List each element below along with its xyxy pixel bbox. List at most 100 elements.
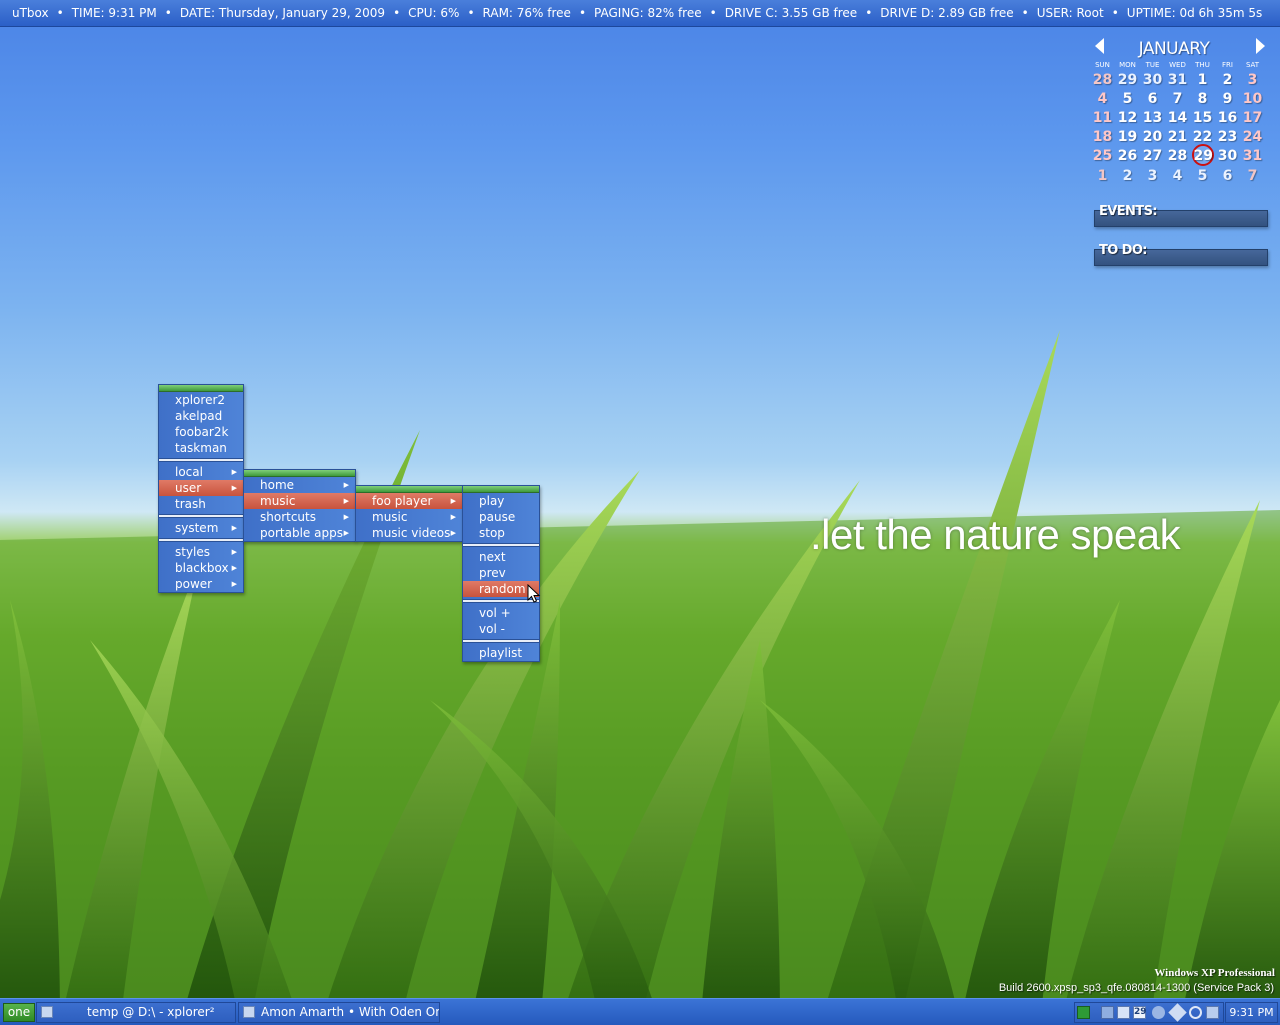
menu-item-foo-player[interactable]: foo player ▶ bbox=[356, 493, 462, 509]
calendar-day-cell[interactable]: 1 bbox=[1090, 166, 1115, 185]
calendar-day-cell[interactable]: 18 bbox=[1090, 127, 1115, 146]
calendar-day-cell[interactable]: 7 bbox=[1240, 166, 1265, 185]
calendar-day-cell[interactable]: 7 bbox=[1165, 89, 1190, 108]
calendar-day-cell[interactable]: 4 bbox=[1165, 166, 1190, 185]
menu-item-music-videos[interactable]: music videos ▶ bbox=[356, 525, 462, 541]
menu-item-music[interactable]: music ▶ bbox=[356, 509, 462, 525]
calendar-day-number: 31 bbox=[1242, 148, 1263, 164]
cpu-readout: CPU: 6% bbox=[408, 6, 460, 20]
menu-titlebar[interactable] bbox=[244, 470, 355, 477]
calendar-day-number: 3 bbox=[1247, 71, 1258, 88]
tray-volume-icon[interactable] bbox=[1152, 1006, 1165, 1019]
calendar-day-cell[interactable]: 26 bbox=[1115, 146, 1140, 166]
menu-item-foobar2k[interactable]: foobar2k bbox=[159, 424, 243, 440]
calendar-day-cell[interactable]: 28 bbox=[1165, 146, 1190, 166]
menu-item-portable-apps[interactable]: portable apps ▶ bbox=[244, 525, 355, 541]
tray-expand-icon[interactable] bbox=[1077, 1006, 1090, 1019]
menu-item-local[interactable]: local ▶ bbox=[159, 464, 243, 480]
calendar-day-cell[interactable]: 4 bbox=[1090, 89, 1115, 108]
calendar-day-cell[interactable]: 24 bbox=[1240, 127, 1265, 146]
calendar-day-cell[interactable]: 2 bbox=[1115, 166, 1140, 185]
menu-item-playlist[interactable]: playlist bbox=[463, 645, 539, 661]
calendar-day-cell[interactable]: 31 bbox=[1165, 70, 1190, 89]
calendar-day-cell[interactable]: 31 bbox=[1240, 146, 1265, 166]
calendar-day-number: 5 bbox=[1197, 167, 1208, 184]
calendar-day-cell[interactable]: 9 bbox=[1215, 89, 1240, 108]
calendar-day-cell[interactable]: 11 bbox=[1090, 108, 1115, 127]
task-button-foobar[interactable]: Amon Amarth • With Oden On ... bbox=[238, 1002, 440, 1023]
menu-item-trash[interactable]: trash bbox=[159, 496, 243, 512]
calendar-day-cell[interactable]: 5 bbox=[1115, 89, 1140, 108]
tray-network-icon[interactable] bbox=[1101, 1006, 1114, 1019]
calendar-day-cell[interactable]: 13 bbox=[1140, 108, 1165, 127]
tray-monitor-icon[interactable] bbox=[1206, 1006, 1219, 1019]
calendar-day-cell[interactable]: 23 bbox=[1215, 127, 1240, 146]
calendar-day-cell[interactable]: 6 bbox=[1215, 166, 1240, 185]
menu-item-blackbox[interactable]: blackbox ▶ bbox=[159, 560, 243, 576]
calendar-day-cell[interactable]: 5 bbox=[1190, 166, 1215, 185]
tray-shield-icon[interactable] bbox=[1117, 1006, 1130, 1019]
calendar-day-cell[interactable]: 16 bbox=[1215, 108, 1240, 127]
menu-item-next[interactable]: next bbox=[463, 549, 539, 565]
menu-item-xplorer2[interactable]: xplorer2 bbox=[159, 392, 243, 408]
calendar-day-cell[interactable]: 2 bbox=[1215, 70, 1240, 89]
menu-item-vol[interactable]: vol - bbox=[463, 621, 539, 637]
calendar-day-number: 12 bbox=[1117, 109, 1138, 126]
calendar-day-cell[interactable]: 27 bbox=[1140, 146, 1165, 166]
menu-item-play[interactable]: play bbox=[463, 493, 539, 509]
submenu-arrow-icon: ▶ bbox=[231, 564, 237, 572]
calendar-day-number: 13 bbox=[1142, 109, 1163, 126]
calendar-day-cell[interactable]: 1 bbox=[1190, 70, 1215, 89]
calendar-day-cell[interactable]: 14 bbox=[1165, 108, 1190, 127]
workspace-button[interactable]: one bbox=[3, 1003, 35, 1022]
calendar-day-cell[interactable]: 10 bbox=[1240, 89, 1265, 108]
user-submenu: home ▶ music ▶ shortcuts ▶ portable apps ▶ bbox=[243, 469, 356, 542]
menu-item-pause[interactable]: pause bbox=[463, 509, 539, 525]
calendar-day-cell[interactable]: 29 bbox=[1115, 70, 1140, 89]
next-month-arrow-icon[interactable] bbox=[1256, 38, 1265, 54]
tray-speech-icon[interactable] bbox=[1168, 1003, 1187, 1022]
calendar-day-cell[interactable]: 30 bbox=[1140, 70, 1165, 89]
calendar-day-cell[interactable]: 17 bbox=[1240, 108, 1265, 127]
calendar-day-number: 19 bbox=[1117, 128, 1138, 145]
calendar-day-cell[interactable]: 15 bbox=[1190, 108, 1215, 127]
menu-item-shortcuts[interactable]: shortcuts ▶ bbox=[244, 509, 355, 525]
calendar-day-cell[interactable]: 20 bbox=[1140, 127, 1165, 146]
menu-item-taskman[interactable]: taskman bbox=[159, 440, 243, 456]
calendar-day-cell[interactable]: 8 bbox=[1190, 89, 1215, 108]
calendar-day-cell[interactable]: 3 bbox=[1140, 166, 1165, 185]
calendar-day-cell[interactable]: 30 bbox=[1215, 146, 1240, 166]
tray-app-icon[interactable] bbox=[1189, 1006, 1202, 1019]
calendar-day-cell[interactable]: 12 bbox=[1115, 108, 1140, 127]
xplorer-app-icon bbox=[41, 1005, 53, 1018]
menu-item-system[interactable]: system ▶ bbox=[159, 520, 243, 536]
menu-item-label: vol + bbox=[479, 606, 511, 620]
calendar-day-number: 6 bbox=[1222, 167, 1233, 184]
calendar-day-cell[interactable]: 3 bbox=[1240, 70, 1265, 89]
calendar-day-cell[interactable]: 19 bbox=[1115, 127, 1140, 146]
calendar-day-cell[interactable]: 6 bbox=[1140, 89, 1165, 108]
taskbar-clock[interactable]: 9:31 PM bbox=[1225, 1002, 1278, 1023]
time-readout: TIME: 9:31 PM bbox=[71, 6, 157, 20]
menu-item-vol[interactable]: vol + bbox=[463, 605, 539, 621]
menu-titlebar[interactable] bbox=[356, 486, 462, 493]
calendar-day-cell[interactable]: 21 bbox=[1165, 127, 1190, 146]
menu-item-label: portable apps bbox=[260, 526, 343, 540]
calendar-day-cell[interactable]: 25 bbox=[1090, 146, 1115, 166]
tray-calendar-icon[interactable]: 29 bbox=[1133, 1006, 1147, 1019]
menu-item-power[interactable]: power ▶ bbox=[159, 576, 243, 592]
menu-item-user[interactable]: user ▶ bbox=[159, 480, 243, 496]
menu-item-stop[interactable]: stop bbox=[463, 525, 539, 541]
menu-item-styles[interactable]: styles ▶ bbox=[159, 544, 243, 560]
calendar-day-cell[interactable]: 28 bbox=[1090, 70, 1115, 89]
task-button-xplorer[interactable]: temp @ D:\ - xplorer² bbox=[36, 1002, 236, 1023]
menu-titlebar[interactable] bbox=[159, 385, 243, 392]
calendar-today-cell[interactable]: 29 bbox=[1190, 144, 1215, 166]
menu-item-prev[interactable]: prev bbox=[463, 565, 539, 581]
menu-item-home[interactable]: home ▶ bbox=[244, 477, 355, 493]
menu-titlebar[interactable] bbox=[463, 486, 539, 493]
weekday-header: WED bbox=[1169, 61, 1186, 69]
menu-item-music[interactable]: music ▶ bbox=[244, 493, 355, 509]
menu-item-akelpad[interactable]: akelpad bbox=[159, 408, 243, 424]
submenu-arrow-icon: ▶ bbox=[343, 529, 349, 537]
